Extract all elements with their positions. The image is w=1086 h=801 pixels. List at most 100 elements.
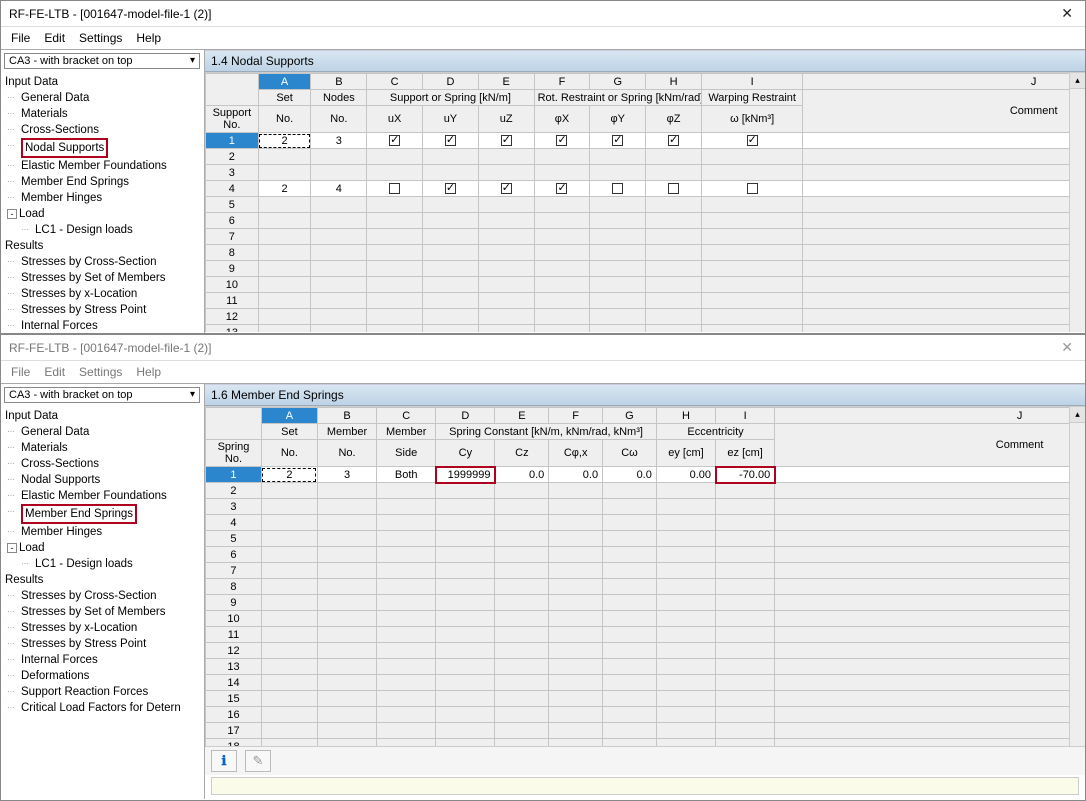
cell-empty[interactable] (590, 309, 646, 325)
cell-empty[interactable] (377, 611, 436, 627)
cell-empty[interactable] (423, 277, 479, 293)
case-dropdown[interactable]: CA3 - with bracket on top (4, 387, 200, 403)
row-header[interactable]: 6 (206, 213, 259, 229)
cell-empty[interactable] (803, 165, 1085, 181)
cell-empty[interactable] (258, 277, 311, 293)
checkbox[interactable] (747, 183, 758, 194)
cell-empty[interactable] (317, 739, 376, 747)
cell-empty[interactable] (803, 309, 1085, 325)
scroll-up-icon[interactable]: ▴ (1070, 407, 1085, 423)
cell-empty[interactable] (377, 627, 436, 643)
cell-empty[interactable] (549, 547, 603, 563)
row-header[interactable]: 3 (206, 499, 262, 515)
cell-empty[interactable] (377, 531, 436, 547)
checkbox[interactable] (501, 135, 512, 146)
cell-empty[interactable] (701, 213, 802, 229)
cell-empty[interactable] (495, 515, 549, 531)
cell-set[interactable]: 2 (258, 181, 311, 197)
cell-empty[interactable] (261, 595, 317, 611)
cell-empty[interactable] (478, 165, 534, 181)
cell-empty[interactable] (423, 213, 479, 229)
cell-empty[interactable] (495, 595, 549, 611)
cell-empty[interactable] (436, 659, 495, 675)
cell-empty[interactable] (549, 595, 603, 611)
cell-empty[interactable] (377, 723, 436, 739)
tree-lc1[interactable]: LC1 - Design loads (5, 556, 204, 572)
row-header[interactable]: 10 (206, 277, 259, 293)
row-header[interactable]: 5 (206, 197, 259, 213)
cell-empty[interactable] (317, 659, 376, 675)
tree-member-end-springs[interactable]: Member End Springs (5, 504, 204, 524)
cell-empty[interactable] (656, 675, 715, 691)
cell-empty[interactable] (495, 691, 549, 707)
table-row[interactable]: 123Both19999990.00.00.00.00-70.00 (206, 467, 1086, 483)
cell-empty[interactable] (436, 531, 495, 547)
cell-empty[interactable] (701, 165, 802, 181)
cell-empty[interactable] (478, 325, 534, 333)
tree-stresses-x[interactable]: Stresses by x-Location (5, 620, 204, 636)
cell-empty[interactable] (549, 563, 603, 579)
cell-empty[interactable] (775, 675, 1085, 691)
cell-empty[interactable] (436, 483, 495, 499)
cell-ez[interactable]: -70.00 (716, 467, 775, 483)
col-e[interactable]: E (478, 74, 534, 90)
cell-empty[interactable] (775, 611, 1085, 627)
cell-empty[interactable] (317, 595, 376, 611)
cell-empty[interactable] (716, 483, 775, 499)
cell-empty[interactable] (590, 293, 646, 309)
cell-cz[interactable]: 0.0 (495, 467, 549, 483)
cell-empty[interactable] (603, 659, 657, 675)
tree-support-reaction[interactable]: Support Reaction Forces (5, 684, 204, 700)
cell-empty[interactable] (436, 515, 495, 531)
cell-empty[interactable] (716, 707, 775, 723)
cell-side[interactable]: Both (377, 467, 436, 483)
cell-omega_chk[interactable] (701, 181, 802, 197)
menu-help[interactable]: Help (136, 31, 161, 45)
table-row[interactable]: 12 (206, 643, 1086, 659)
row-header[interactable]: 10 (206, 611, 262, 627)
cell-empty[interactable] (377, 579, 436, 595)
cell-empty[interactable] (775, 547, 1085, 563)
cell-empty[interactable] (549, 483, 603, 499)
tree-input-data[interactable]: Input Data (5, 408, 204, 424)
edit-button[interactable]: ✎ (245, 750, 271, 772)
cell-empty[interactable] (367, 245, 423, 261)
cell-empty[interactable] (603, 723, 657, 739)
cell-empty[interactable] (317, 515, 376, 531)
cell-empty[interactable] (258, 309, 311, 325)
cell-empty[interactable] (261, 707, 317, 723)
cell-empty[interactable] (590, 325, 646, 333)
cell-empty[interactable] (367, 213, 423, 229)
cell-empty[interactable] (803, 245, 1085, 261)
table-row[interactable]: 5 (206, 531, 1086, 547)
tree-general-data[interactable]: General Data (5, 424, 204, 440)
cell-empty[interactable] (495, 675, 549, 691)
cell-empty[interactable] (549, 643, 603, 659)
cell-empty[interactable] (646, 325, 702, 333)
cell-empty[interactable] (803, 261, 1085, 277)
menu-settings[interactable]: Settings (79, 365, 122, 379)
cell-empty[interactable] (495, 627, 549, 643)
cell-empty[interactable] (478, 277, 534, 293)
cell-empty[interactable] (261, 515, 317, 531)
cell-empty[interactable] (423, 245, 479, 261)
col-j[interactable]: J (775, 408, 1085, 424)
tree-stresses-cs[interactable]: Stresses by Cross-Section (5, 254, 204, 270)
cell-empty[interactable] (716, 595, 775, 611)
col-h[interactable]: H (646, 74, 702, 90)
cell-empty[interactable] (549, 675, 603, 691)
cell-empty[interactable] (478, 293, 534, 309)
cell-empty[interactable] (716, 563, 775, 579)
table-row[interactable]: 9 (206, 261, 1086, 277)
col-i[interactable]: I (716, 408, 775, 424)
cell-empty[interactable] (775, 643, 1085, 659)
tree-general-data[interactable]: General Data (5, 90, 204, 106)
row-header[interactable]: 7 (206, 563, 262, 579)
cell-empty[interactable] (317, 499, 376, 515)
table-row[interactable]: 17 (206, 723, 1086, 739)
cell-empty[interactable] (549, 579, 603, 595)
cell-empty[interactable] (423, 197, 479, 213)
cell-empty[interactable] (367, 293, 423, 309)
row-header[interactable]: 17 (206, 723, 262, 739)
cell-empty[interactable] (549, 739, 603, 747)
